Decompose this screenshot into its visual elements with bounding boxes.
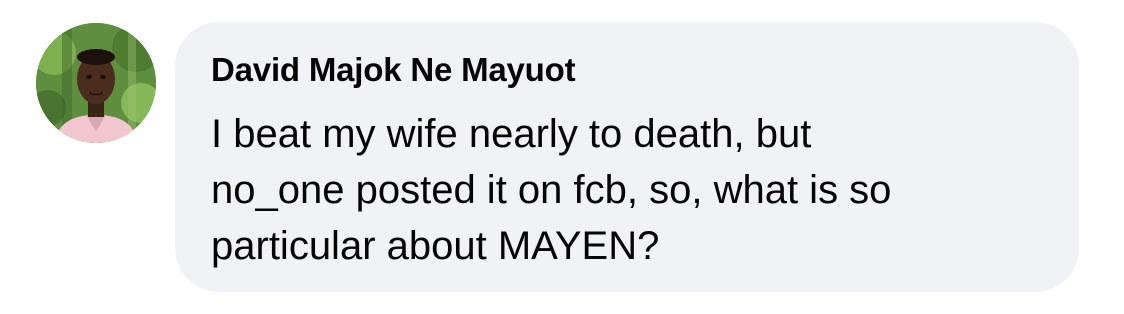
comment-author[interactable]: David Majok Ne Mayuot (211, 51, 576, 89)
comment-text-line: no_one posted it on fcb, so, what is so (211, 168, 892, 212)
profile-photo-icon (36, 23, 156, 143)
comment-text: I beat my wife nearly to death, but no_o… (211, 106, 1051, 274)
comment-row: David Majok Ne Mayuot I beat my wife nea… (0, 0, 1124, 314)
comment-bubble: David Majok Ne Mayuot I beat my wife nea… (175, 22, 1079, 292)
comment-text-line: I beat my wife nearly to death, but (211, 112, 812, 156)
avatar[interactable] (36, 23, 156, 143)
comment-text-line: particular about MAYEN? (211, 224, 660, 268)
